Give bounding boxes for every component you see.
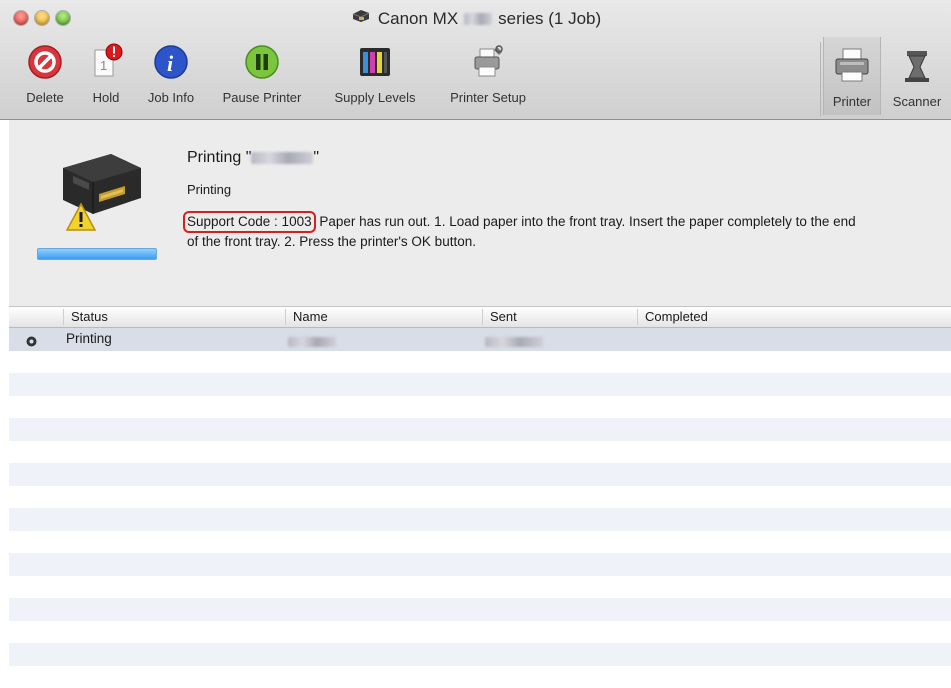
toolbar: Delete 1 Hold i Job xyxy=(0,42,951,114)
pause-printer-button[interactable]: Pause Printer xyxy=(212,42,312,105)
pause-printer-label: Pause Printer xyxy=(223,90,302,105)
support-code: Support Code : 1003 xyxy=(183,211,316,233)
redacted-sent-time xyxy=(485,337,543,347)
window-title-suffix: series (1 Job) xyxy=(498,9,601,29)
table-row xyxy=(9,621,951,644)
hold-button[interactable]: 1 Hold xyxy=(84,42,128,105)
job-title-suffix: " xyxy=(313,149,319,166)
supply-levels-icon xyxy=(355,42,395,82)
hold-label: Hold xyxy=(93,90,120,105)
table-row xyxy=(9,576,951,599)
printing-status-icon xyxy=(26,334,37,352)
error-message: Support Code : 1003 Paper has run out. 1… xyxy=(187,211,867,251)
table-row xyxy=(9,553,951,576)
table-row xyxy=(9,666,951,688)
job-status-panel: Printing " " Printing Support Code : 1003… xyxy=(9,120,951,307)
scanner-icon xyxy=(897,45,937,90)
job-title-prefix: Printing " xyxy=(187,149,251,166)
svg-text:i: i xyxy=(167,51,174,76)
job-list-header: Status Name Sent Completed xyxy=(9,307,951,328)
job-state-text: Printing xyxy=(187,182,231,197)
printer-title-icon xyxy=(350,8,372,29)
redacted-model-number xyxy=(464,13,492,25)
table-row xyxy=(9,463,951,486)
supply-levels-button[interactable]: Supply Levels xyxy=(324,42,426,105)
printer-tab-label: Printer xyxy=(833,94,871,109)
pause-icon xyxy=(242,42,282,82)
job-title: Printing " " xyxy=(187,149,319,167)
svg-text:1: 1 xyxy=(100,58,107,73)
job-progress-bar xyxy=(37,248,157,260)
delete-icon xyxy=(25,42,65,82)
row-sent xyxy=(485,334,543,349)
table-row xyxy=(9,531,951,554)
table-row xyxy=(9,486,951,509)
printer-tab-button[interactable]: Printer xyxy=(823,37,881,115)
scanner-tab-button[interactable]: Scanner xyxy=(881,37,951,115)
job-list: Status Name Sent Completed Printing xyxy=(9,307,951,675)
column-header-name[interactable]: Name xyxy=(285,309,485,325)
column-header-sent[interactable]: Sent xyxy=(482,309,638,325)
hold-icon: 1 xyxy=(86,42,126,82)
delete-label: Delete xyxy=(26,90,64,105)
table-row xyxy=(9,508,951,531)
job-info-label: Job Info xyxy=(148,90,194,105)
table-row xyxy=(9,351,951,374)
table-row xyxy=(9,598,951,621)
device-switcher: Printer Scanner xyxy=(820,42,951,116)
table-row xyxy=(9,418,951,441)
window-title-prefix: Canon MX xyxy=(378,9,458,29)
printer-setup-button[interactable]: Printer Setup xyxy=(439,42,537,105)
job-rows: Printing xyxy=(9,328,951,688)
window-chrome: Canon MX series (1 Job) Delete 1 xyxy=(0,0,951,120)
redacted-document-name xyxy=(251,152,313,164)
window-title: Canon MX series (1 Job) xyxy=(0,8,951,29)
printer-setup-icon xyxy=(468,42,508,82)
supply-levels-label: Supply Levels xyxy=(335,90,416,105)
delete-button[interactable]: Delete xyxy=(17,42,73,105)
printer-icon xyxy=(832,45,872,90)
job-info-button[interactable]: i Job Info xyxy=(141,42,201,105)
redacted-job-name xyxy=(288,337,336,347)
printer-warning-icon xyxy=(49,146,149,241)
scanner-tab-label: Scanner xyxy=(893,94,941,109)
table-row xyxy=(9,441,951,464)
info-icon: i xyxy=(151,42,191,82)
column-header-completed[interactable]: Completed xyxy=(637,309,951,325)
table-row xyxy=(9,373,951,396)
table-row[interactable]: Printing xyxy=(9,328,951,351)
row-name xyxy=(288,334,336,349)
printer-setup-label: Printer Setup xyxy=(450,90,526,105)
table-row xyxy=(9,396,951,419)
column-header-status[interactable]: Status xyxy=(63,309,289,325)
row-status: Printing xyxy=(66,331,112,346)
table-row xyxy=(9,643,951,666)
